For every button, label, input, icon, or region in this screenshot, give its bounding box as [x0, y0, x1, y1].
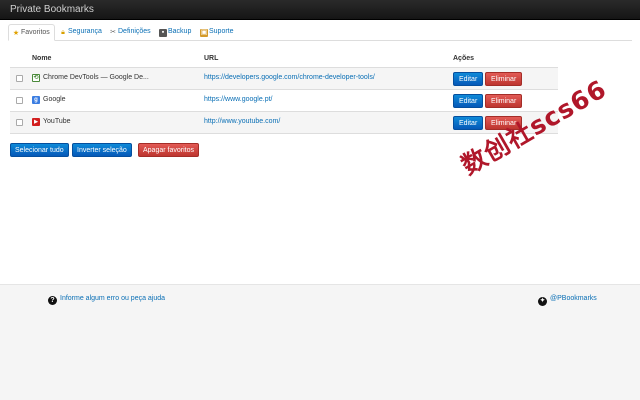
- lock-icon: 🔒︎: [61, 29, 65, 36]
- tab-label: Favoritos: [21, 29, 50, 36]
- help-link[interactable]: ? Informe algum erro ou peça ajuda: [48, 295, 165, 305]
- delete-button[interactable]: Eliminar: [485, 72, 523, 86]
- twitter-handle: @PBookmarks: [550, 295, 597, 302]
- tab-label: Backup: [168, 28, 192, 35]
- bookmark-url[interactable]: https://developers.google.com/chrome-dev…: [204, 74, 375, 81]
- bookmark-url[interactable]: http://www.youtube.com/: [204, 118, 280, 125]
- star-icon: ★: [12, 30, 20, 37]
- edit-button[interactable]: Editar: [453, 116, 484, 130]
- tab-label: Segurança: [68, 28, 102, 35]
- table-header: Nome URL Ações: [10, 52, 558, 68]
- row-checkbox[interactable]: [16, 75, 23, 82]
- disk-icon: ▪: [159, 29, 167, 37]
- row-checkbox[interactable]: [16, 119, 23, 126]
- chrome-devtools-icon: ⟲: [32, 74, 40, 82]
- bookmarks-table: Nome URL Ações ⟲ Chrome DevTools — Googl…: [10, 52, 558, 134]
- bookmark-name[interactable]: Google: [43, 96, 66, 103]
- bookmark-name[interactable]: Chrome DevTools — Google De...: [43, 74, 149, 81]
- tab-seguranca[interactable]: 🔒︎ Segurança: [56, 24, 106, 41]
- twitter-link[interactable]: ✦ @PBookmarks: [538, 295, 597, 306]
- header-url: URL: [204, 55, 219, 62]
- delete-favorites-button[interactable]: Apagar favoritos: [138, 143, 199, 157]
- tab-label: Definições: [118, 28, 151, 35]
- tab-backup[interactable]: ▪ Backup: [156, 24, 195, 41]
- tab-favoritos[interactable]: ★ Favoritos: [8, 24, 55, 41]
- google-icon: g: [32, 96, 40, 104]
- invert-selection-button[interactable]: Inverter seleção: [72, 143, 132, 157]
- header-actions: Ações: [453, 55, 475, 62]
- table-row: ▶ YouTube http://www.youtube.com/ Editar…: [10, 112, 558, 134]
- twitter-icon: ✦: [538, 297, 547, 306]
- youtube-icon: ▶: [32, 118, 40, 126]
- tab-definicoes[interactable]: ✂ Definições: [106, 24, 155, 41]
- help-link-label: Informe algum erro ou peça ajuda: [60, 295, 166, 302]
- table-row: g Google https://www.google.pt/ Editar E…: [10, 90, 558, 112]
- box-icon: ▣: [200, 29, 208, 37]
- tools-icon: ✂: [110, 29, 116, 36]
- top-navbar: Private Bookmarks: [0, 0, 640, 20]
- edit-button[interactable]: Editar: [453, 72, 484, 86]
- edit-button[interactable]: Editar: [453, 94, 484, 108]
- bookmark-name[interactable]: YouTube: [43, 118, 71, 125]
- bookmark-url[interactable]: https://www.google.pt/: [204, 96, 272, 103]
- select-all-button[interactable]: Selecionar tudo: [10, 143, 69, 157]
- question-icon: ?: [48, 296, 57, 305]
- delete-button[interactable]: Eliminar: [485, 94, 523, 108]
- footer: ? Informe algum erro ou peça ajuda ✦ @PBoo…: [0, 284, 640, 400]
- table-row: ⟲ Chrome DevTools — Google De... https:/…: [10, 68, 558, 90]
- tab-suporte[interactable]: ▣ Suporte: [197, 24, 238, 41]
- row-checkbox[interactable]: [16, 97, 23, 104]
- tab-bar: ★ Favoritos 🔒︎ Segurança ✂ Definições ▪ Back…: [8, 24, 632, 41]
- tab-label: Suporte: [209, 28, 234, 35]
- app-title[interactable]: Private Bookmarks: [10, 4, 94, 15]
- header-name: Nome: [32, 55, 52, 62]
